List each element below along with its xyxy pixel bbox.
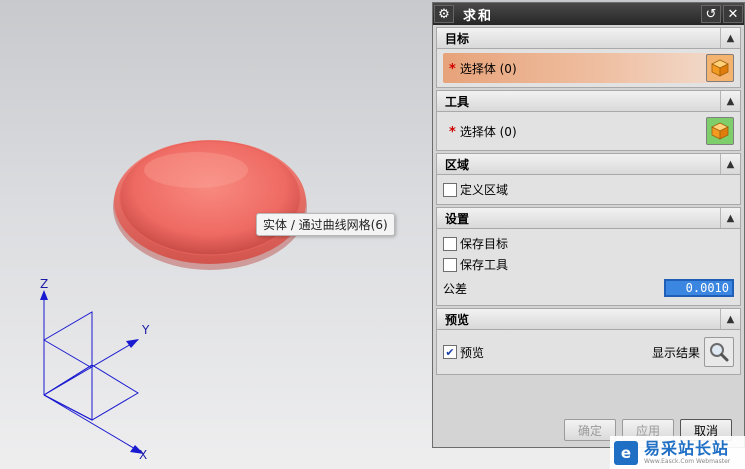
select-body-button-target[interactable] <box>706 54 734 82</box>
dialog-title: 求和 <box>463 8 494 24</box>
unite-dialog: ⚙ 求和 ↺ ✕ 目标 ▲ * 选择体 (0) 工具 ▲ * 选择体 (0) 区… <box>432 2 745 448</box>
reset-icon[interactable]: ↺ <box>701 5 721 23</box>
tolerance-label: 公差 <box>443 281 468 296</box>
axis-label-x: X <box>139 448 148 462</box>
preview-checkbox[interactable]: ✔ <box>443 345 457 359</box>
select-body-button-tool[interactable] <box>706 117 734 145</box>
tool-select-label: 选择体 (0) <box>459 124 517 139</box>
keep-target-row[interactable]: 保存目标 <box>443 233 734 254</box>
ok-button[interactable]: 确定 <box>564 419 616 441</box>
axis-label-y: Y <box>142 323 150 337</box>
tool-select-row[interactable]: * 选择体 (0) <box>443 116 734 146</box>
section-header-region[interactable]: 区域 ▲ <box>436 153 741 175</box>
magnifier-icon <box>710 343 729 362</box>
section-title-tool: 工具 <box>445 94 470 109</box>
section-header-settings[interactable]: 设置 ▲ <box>436 207 741 229</box>
cube-icon <box>711 59 729 77</box>
section-header-target[interactable]: 目标 ▲ <box>436 27 741 49</box>
graphics-viewport[interactable]: Z Y X 实体 / 通过曲线网格(6) <box>0 0 432 469</box>
target-select-label: 选择体 (0) <box>459 61 517 76</box>
close-icon[interactable]: ✕ <box>723 5 743 23</box>
section-body-tool: * 选择体 (0) <box>436 112 741 151</box>
preview-label: 预览 <box>460 345 485 360</box>
define-region-label: 定义区域 <box>460 183 509 197</box>
wcs-triad <box>40 290 144 454</box>
keep-tool-row[interactable]: 保存工具 <box>443 254 734 275</box>
dialog-titlebar[interactable]: ⚙ 求和 ↺ ✕ <box>433 3 744 25</box>
section-title-target: 目标 <box>445 31 470 46</box>
watermark-subtext: Www.Easck.Com Webmaster <box>644 457 731 465</box>
section-header-preview[interactable]: 预览 ▲ <box>436 308 741 330</box>
section-title-settings: 设置 <box>445 211 470 226</box>
gear-icon[interactable]: ⚙ <box>434 5 454 23</box>
keep-target-label: 保存目标 <box>460 237 509 251</box>
site-watermark: e 易采站长站 Www.Easck.Com Webmaster <box>610 436 745 469</box>
section-body-preview: ✔ 预览 显示结果 <box>436 330 741 375</box>
chevron-up-icon[interactable]: ▲ <box>720 208 740 228</box>
solid-body[interactable] <box>113 140 307 270</box>
tolerance-input[interactable]: 0.0010 <box>664 279 734 297</box>
show-result-button[interactable] <box>704 337 734 367</box>
selection-tooltip: 实体 / 通过曲线网格(6) <box>256 213 395 236</box>
axis-label-z: Z <box>40 277 49 291</box>
watermark-logo-icon: e <box>614 440 638 465</box>
section-body-settings: 保存目标 保存工具 公差 0.0010 <box>436 229 741 306</box>
keep-tool-label: 保存工具 <box>460 258 509 272</box>
cube-icon <box>711 122 729 140</box>
show-result-label: 显示结果 <box>651 345 700 360</box>
section-title-region: 区域 <box>445 157 470 172</box>
define-region-row[interactable]: 定义区域 <box>443 179 734 200</box>
watermark-text: 易采站长站 <box>644 438 730 458</box>
target-select-row[interactable]: * 选择体 (0) <box>443 53 734 83</box>
section-body-region: 定义区域 <box>436 175 741 205</box>
preview-row: ✔ 预览 显示结果 <box>443 334 734 370</box>
section-title-preview: 预览 <box>445 312 470 327</box>
preview-check-row[interactable]: ✔ 预览 <box>443 342 484 363</box>
required-star: * <box>449 61 456 77</box>
keep-target-checkbox[interactable] <box>443 236 457 251</box>
chevron-up-icon[interactable]: ▲ <box>720 309 740 329</box>
chevron-up-icon[interactable]: ▲ <box>720 28 740 48</box>
tolerance-row: 公差 0.0010 <box>443 275 734 301</box>
section-body-target: * 选择体 (0) <box>436 49 741 88</box>
required-star: * <box>449 124 456 140</box>
show-result-group: 显示结果 <box>652 337 734 367</box>
chevron-up-icon[interactable]: ▲ <box>720 91 740 111</box>
chevron-up-icon[interactable]: ▲ <box>720 154 740 174</box>
section-header-tool[interactable]: 工具 ▲ <box>436 90 741 112</box>
define-region-checkbox[interactable] <box>443 182 457 197</box>
keep-tool-checkbox[interactable] <box>443 257 457 272</box>
